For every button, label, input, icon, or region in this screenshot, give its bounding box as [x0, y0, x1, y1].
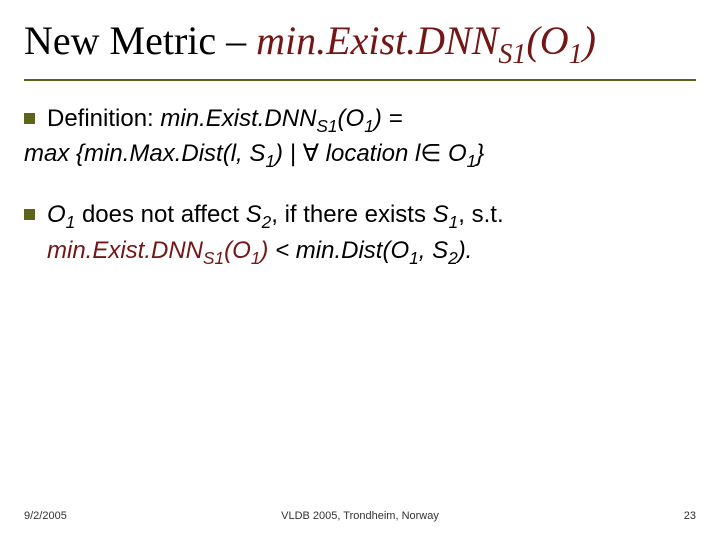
def-expr-sub: S1	[316, 116, 337, 136]
def-expr-arg: (O	[338, 105, 365, 132]
prop-s2sub: 2	[262, 212, 272, 232]
def-l2-mid1: , S	[236, 140, 265, 167]
slide-footer: 9/2/2005 VLDB 2005, Trondheim, Norway 23	[0, 510, 720, 522]
bullet-property: O1 does not affect S2, if there exists S…	[24, 199, 696, 269]
prop-s1: S	[433, 201, 449, 228]
prop-s1sub: 1	[449, 212, 459, 232]
prop-md: min.Dist(O	[296, 237, 409, 264]
prop-s2: S	[246, 201, 262, 228]
def-l2-osub: 1	[467, 151, 477, 171]
prop-o1sub: 1	[66, 212, 76, 232]
bullet-marker-icon	[24, 209, 35, 220]
prop-p6: , s.t.	[458, 201, 503, 228]
title-prefix: New Metric –	[24, 18, 256, 63]
prop-accent-sub: S1	[203, 247, 224, 267]
def-l2-loc: location	[319, 140, 415, 167]
title-arg-close: )	[583, 18, 596, 63]
prop-p4: , if there exists	[271, 201, 432, 228]
def-l2-in: ∈	[420, 141, 441, 167]
def-l2-prefix: max {min.Max.Dist(	[24, 140, 231, 167]
title-metric-name: min.Exist.DNN	[256, 18, 498, 63]
prop-mdmid: , S	[419, 237, 448, 264]
def-l2-forall: ∀	[303, 141, 319, 167]
prop-o1: O	[47, 201, 66, 228]
bullet-text: O1 does not affect S2, if there exists S…	[47, 199, 696, 269]
def-lead: Definition:	[47, 105, 160, 132]
prop-p2: does not affect	[75, 201, 245, 228]
slide-title: New Metric – min.Exist.DNNS1(O1)	[24, 18, 696, 81]
prop-cmp: <	[268, 237, 295, 264]
footer-venue: VLDB 2005, Trondheim, Norway	[0, 510, 720, 522]
title-metric: min.Exist.DNNS1(O1)	[256, 18, 596, 63]
def-expr-main: min.Exist.DNN	[160, 105, 316, 132]
title-arg-sub: 1	[569, 39, 583, 70]
def-expr: min.Exist.DNNS1(O1) =	[160, 105, 402, 132]
prop-mdsub1: 1	[409, 247, 419, 267]
bullet-definition: Definition: min.Exist.DNNS1(O1) = max {m…	[24, 103, 696, 173]
title-metric-sub: S1	[498, 39, 526, 70]
title-arg-open: (O	[526, 18, 568, 63]
def-expr-argsub: 1	[364, 116, 374, 136]
def-l2-o: O	[441, 140, 466, 167]
def-l2-s1sub: 1	[265, 151, 275, 171]
prop-accent: min.Exist.DNNS1(O1)	[47, 237, 268, 264]
bullet-text: Definition: min.Exist.DNNS1(O1) = max {m…	[47, 103, 696, 173]
def-l2-mid2: ) |	[275, 140, 303, 167]
prop-accent-argsub: 1	[251, 247, 261, 267]
def-l2-close: }	[476, 140, 484, 167]
prop-accent-arg: (O	[224, 237, 251, 264]
def-expr-argclose: ) =	[374, 105, 403, 132]
prop-accent-main: min.Exist.DNN	[47, 237, 203, 264]
prop-mdsub2: 2	[448, 247, 458, 267]
slide: New Metric – min.Exist.DNNS1(O1) Definit…	[0, 0, 720, 540]
slide-body: Definition: min.Exist.DNNS1(O1) = max {m…	[24, 103, 696, 270]
prop-mdclose: ).	[458, 237, 473, 264]
def-line2: max {min.Max.Dist(l, S1) | ∀ location l∈…	[24, 138, 696, 173]
bullet-marker-icon	[24, 113, 35, 124]
